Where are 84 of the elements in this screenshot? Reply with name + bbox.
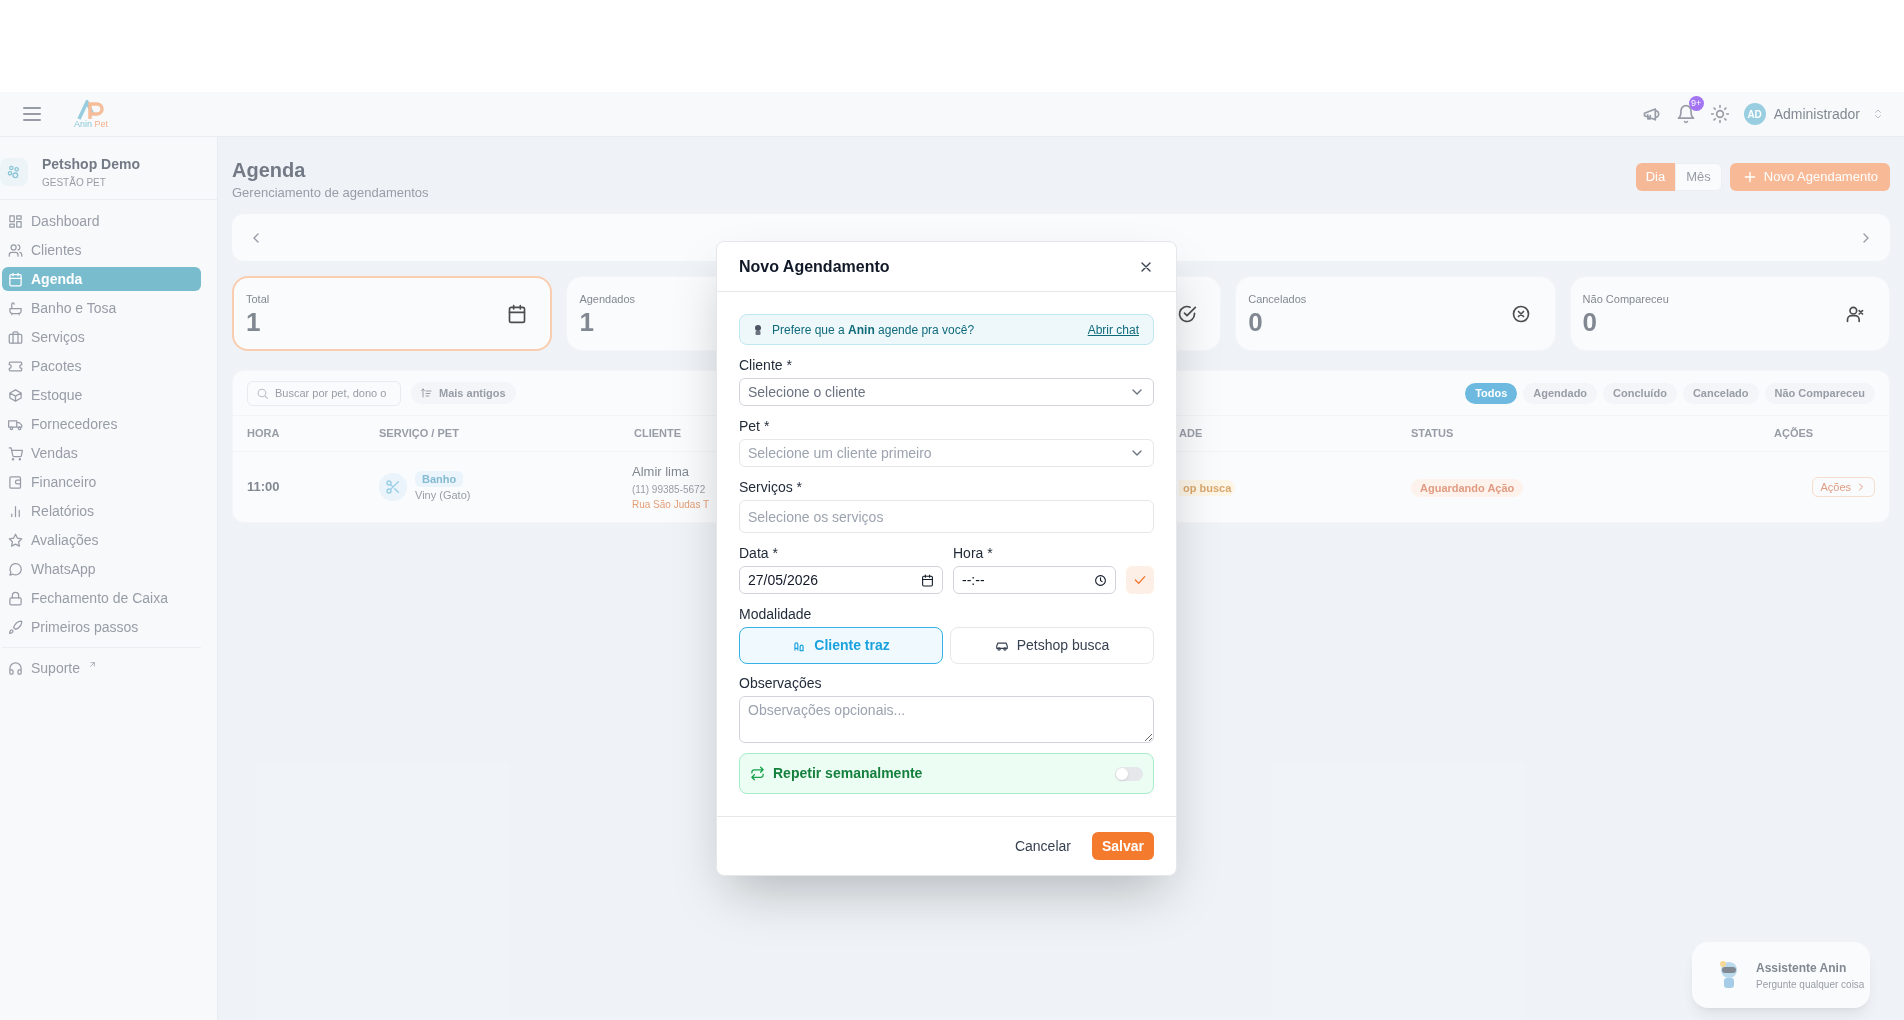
time-field[interactable]: --:-- <box>953 566 1116 594</box>
stat-card[interactable]: Cancelados 0 <box>1235 276 1556 351</box>
notification-badge: 9+ <box>1688 96 1704 111</box>
cancel-button[interactable]: Cancelar <box>1008 832 1077 860</box>
save-button[interactable]: Salvar <box>1091 832 1154 860</box>
org-name: Petshop Demo <box>42 155 140 174</box>
stat-value: 1 <box>246 307 262 336</box>
sidebar-item[interactable]: Banho e Tosa <box>2 296 201 320</box>
field-label: Pet * <box>739 417 771 436</box>
filter-chip[interactable]: Todos <box>1465 382 1518 404</box>
stat-label: Cancelados <box>1248 292 1307 308</box>
sidebar-item[interactable]: Clientes <box>2 238 201 262</box>
services-field[interactable]: Selecione os serviços <box>739 500 1154 533</box>
page-subtitle: Gerenciamento de agendamentos <box>232 184 429 202</box>
user-menu[interactable]: AD Administrador <box>1743 103 1884 125</box>
column-header: STATUS <box>1411 426 1454 442</box>
stat-label: Total <box>246 292 270 308</box>
sidebar-item[interactable]: Fornecedores <box>2 412 201 436</box>
status-tag: Aguardando Ação <box>1411 479 1524 497</box>
column-header: CLIENTE <box>634 426 682 442</box>
field-label: Data * <box>739 544 779 563</box>
stat-value: 1 <box>579 307 595 336</box>
client-select[interactable]: Selecione o cliente <box>739 378 1154 406</box>
pet-select[interactable]: Selecione um cliente primeiro <box>739 439 1154 467</box>
field-label: Hora * <box>953 544 994 563</box>
stat-card[interactable]: Não Compareceu 0 <box>1569 276 1890 351</box>
date-field[interactable]: 27/05/2026 <box>739 566 943 594</box>
sort-button[interactable]: Mais antigos <box>411 382 516 404</box>
field-label: Modalidade <box>739 605 813 624</box>
sidebar-item[interactable]: Vendas <box>2 441 201 465</box>
client-phone: (11) 99385-5672 <box>632 482 706 497</box>
client-address: Rua São Judas T <box>632 497 710 512</box>
stat-label: Não Compareceu <box>1582 292 1669 308</box>
filter-chip[interactable]: Concluído <box>1603 382 1677 404</box>
sidebar-item[interactable]: Estoque <box>2 383 201 407</box>
user-avatar: AD <box>1743 103 1766 125</box>
column-header: HORA <box>247 426 280 442</box>
stat-label: Agendados <box>579 292 636 308</box>
sidebar-item[interactable]: Agenda <box>2 267 201 291</box>
assistant-widget[interactable]: Assistente Anin Pergunte qualquer coisa <box>1692 942 1870 1008</box>
filter-chip[interactable]: Não Compareceu <box>1764 382 1875 404</box>
column-header: AÇÕES <box>1774 426 1814 442</box>
filter-chip[interactable]: Agendado <box>1523 382 1598 404</box>
stat-value: 0 <box>1248 307 1264 336</box>
modality-option[interactable]: Petshop busca <box>950 627 1154 664</box>
field-label: Cliente * <box>739 356 793 375</box>
stat-value: 0 <box>1582 307 1599 336</box>
sidebar-item[interactable]: Relatórios <box>2 499 201 523</box>
assistant-title: Assistente Anin <box>1756 959 1848 977</box>
sidebar-item[interactable]: Fechamento de Caixa <box>2 586 201 610</box>
time-cell-text: 11:00 <box>247 478 281 497</box>
sidebar-item[interactable]: Primeiros passos <box>2 615 201 639</box>
new-appointment-button[interactable]: Novo Agendamento <box>1729 163 1890 191</box>
modal-title: Novo Agendamento <box>739 256 890 277</box>
client-name: Almir lima <box>632 463 690 482</box>
logo-wordmark: Anin Pet <box>74 119 109 129</box>
column-header: SERVIÇO / PET <box>379 426 459 442</box>
sidebar-item[interactable]: Dashboard <box>2 209 201 233</box>
sidebar-item[interactable]: Pacotes <box>2 354 201 378</box>
repeat-label: Repetir semanalmente <box>773 764 923 783</box>
search-field[interactable]: Buscar por pet, dono o <box>247 380 401 406</box>
modality-tag: op busca <box>1179 480 1236 496</box>
view-tab[interactable]: Mês <box>1675 163 1722 191</box>
sidebar-item[interactable]: Avaliações <box>2 528 201 552</box>
page-title: Agenda <box>232 158 307 183</box>
org-subtitle: GESTÃO PET <box>42 175 107 190</box>
field-label: Serviços * <box>739 478 804 497</box>
field-label: Observações <box>739 674 823 693</box>
modality-option[interactable]: Cliente traz <box>739 627 943 664</box>
view-tab[interactable]: Dia <box>1635 163 1676 191</box>
service-tag: Banho <box>415 470 464 487</box>
actions-button[interactable]: Ações <box>1812 477 1875 497</box>
sidebar-item[interactable]: Financeiro <box>2 470 201 494</box>
column-header: ADE <box>1179 426 1203 442</box>
notes-field[interactable]: Observações opcionais... <box>739 696 1154 743</box>
filter-chip[interactable]: Cancelado <box>1682 382 1759 404</box>
pet-name: Viny (Gato) <box>415 488 471 503</box>
banner-text: Prefere que a Anin agende pra você? <box>772 321 975 339</box>
support-link[interactable]: Suporte <box>2 656 201 680</box>
stat-card[interactable]: Total 1 <box>232 276 553 351</box>
sidebar-item[interactable]: WhatsApp <box>2 557 201 581</box>
sidebar-item[interactable]: Serviços <box>2 325 201 349</box>
assistant-subtitle: Pergunte qualquer coisa <box>1756 977 1865 992</box>
open-chat-link[interactable]: Abrir chat <box>1087 320 1139 339</box>
